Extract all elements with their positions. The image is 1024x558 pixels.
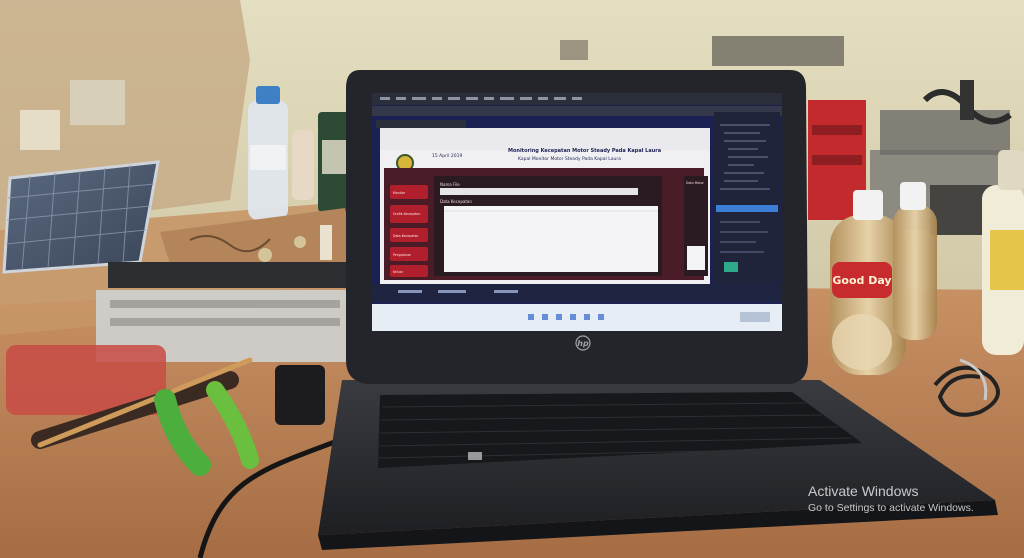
panel-title-2: Data Kecepatan xyxy=(440,199,472,204)
app-heading-line1: Monitoring Kecepatan Motor Steady Pada K… xyxy=(508,148,661,154)
taskbar xyxy=(372,304,782,331)
bottle-label-text: Good Day xyxy=(832,274,891,287)
bottle-label: Good Day xyxy=(832,262,892,298)
file-input[interactable] xyxy=(440,188,638,195)
activate-windows-subtitle: Go to Settings to activate Windows. xyxy=(808,502,974,514)
data-table xyxy=(444,206,658,272)
panel-title-1: Nama File xyxy=(440,182,460,187)
hp-logo: hp xyxy=(575,335,591,351)
solar-panel xyxy=(2,160,160,274)
nav-item-label: Monitor xyxy=(393,191,406,195)
app-time-label: 15 April 2019 xyxy=(432,153,462,159)
hp-logo-text: hp xyxy=(577,339,589,348)
app-heading-line2: Kapal Monitor Motor Steady Pada Kapal La… xyxy=(518,156,621,162)
side-title: Data Motor xyxy=(686,181,705,185)
nav-item-label: Grafik Kecepatan xyxy=(393,212,420,216)
nav-item-label: Data Kecepatan xyxy=(393,234,418,238)
water-bottle xyxy=(248,86,288,220)
nav-item-label: Pengaturan xyxy=(393,253,411,257)
nav-item-label: Keluar xyxy=(393,270,404,274)
activate-windows-title: Activate Windows xyxy=(808,483,919,499)
photo: Good Day 15 April 2019 Monitoring Kecepa… xyxy=(0,0,1024,558)
